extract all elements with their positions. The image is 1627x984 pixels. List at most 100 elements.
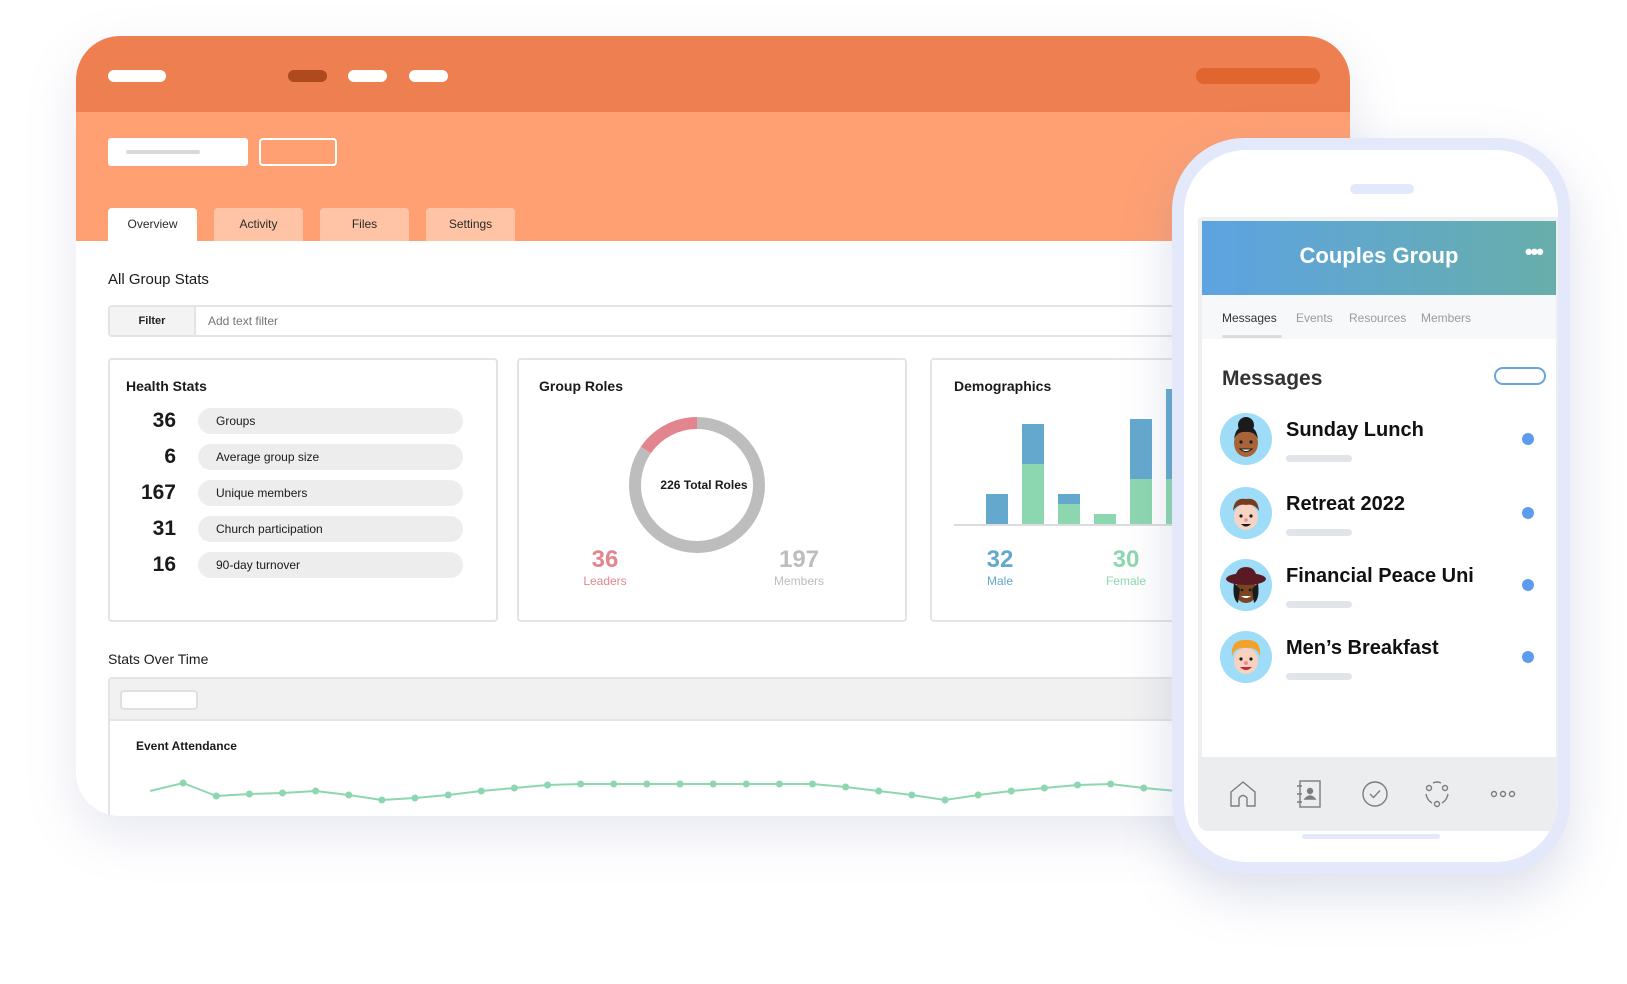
message-preview-placeholder — [1286, 673, 1352, 680]
members-label: Members — [773, 574, 824, 588]
attendance-point — [1040, 784, 1048, 792]
nav-item[interactable] — [348, 70, 387, 82]
redhead-man-avatar-icon — [1220, 631, 1272, 683]
donut-slice-leaders — [640, 417, 698, 454]
total-roles-label: 226 Total Roles — [660, 478, 748, 492]
attendance-point — [676, 780, 684, 788]
tab-files[interactable]: Files — [320, 208, 409, 241]
home-icon[interactable] — [1226, 777, 1260, 811]
attendance-point — [577, 780, 585, 788]
stat-value: 16 — [152, 553, 176, 576]
bottom-navigation — [1198, 757, 1558, 831]
tab-members[interactable]: Members — [1421, 311, 1471, 325]
attendance-point — [875, 787, 883, 795]
search-input[interactable] — [108, 138, 248, 166]
tab-resources[interactable]: Resources — [1349, 311, 1406, 325]
header-action-button[interactable] — [259, 138, 337, 166]
group-title: Couples Group — [1299, 243, 1459, 268]
attendance-point — [643, 780, 651, 788]
group-header: Couples Group ••• — [1202, 221, 1556, 295]
health-stats-title: Health Stats — [126, 378, 207, 394]
attendance-point — [1107, 780, 1115, 788]
attendance-point — [1007, 787, 1015, 795]
attendance-point — [312, 787, 320, 795]
stat-value: 167 — [140, 481, 176, 504]
phone-body: Couples Group ••• Messages Events Resour… — [1184, 150, 1558, 862]
all-group-stats-title: All Group Stats — [108, 271, 209, 288]
attendance-point — [411, 794, 419, 802]
tab-messages[interactable]: Messages — [1222, 311, 1277, 325]
stat-row: 16 90-day turnover — [126, 552, 466, 578]
message-item[interactable]: Sunday Lunch — [1220, 413, 1540, 469]
message-item[interactable]: Financial Peace Uni — [1220, 559, 1540, 615]
woman-hat-avatar-icon — [1220, 559, 1272, 611]
attendance-point — [179, 779, 187, 787]
attendance-point — [245, 790, 253, 798]
leaders-label: Leaders — [583, 574, 627, 588]
stat-label: 90-day turnover — [198, 552, 463, 578]
text-filter-input[interactable] — [208, 307, 1108, 335]
female-count: 30 — [1112, 546, 1140, 573]
unread-indicator — [1522, 651, 1534, 663]
stat-row: 6 Average group size — [126, 444, 466, 470]
unread-indicator — [1522, 579, 1534, 591]
tab-overview[interactable]: Overview — [108, 208, 197, 241]
attendance-point — [941, 796, 949, 804]
message-item[interactable]: Men’s Breakfast — [1220, 631, 1540, 687]
attendance-point — [709, 780, 717, 788]
unread-indicator — [1522, 433, 1534, 445]
event-attendance-line-chart — [149, 779, 1210, 804]
nav-item-active[interactable] — [288, 70, 327, 82]
check-circle-icon[interactable] — [1358, 777, 1392, 811]
woman-avatar-icon — [1220, 413, 1272, 465]
tab-settings[interactable]: Settings — [426, 208, 515, 241]
tab-activity[interactable]: Activity — [214, 208, 303, 241]
home-indicator — [1302, 834, 1440, 839]
logo-placeholder[interactable] — [108, 70, 166, 82]
attendance-point — [842, 783, 850, 791]
message-preview-placeholder — [1286, 601, 1352, 608]
phone-speaker — [1350, 184, 1414, 194]
attendance-point — [775, 780, 783, 788]
members-count: 197 — [778, 546, 820, 573]
stats-over-time-toolbar — [108, 677, 1208, 721]
group-tabs: Messages Events Resources Members — [1202, 295, 1556, 339]
bar-female — [1022, 464, 1044, 524]
groups-icon[interactable] — [1420, 777, 1454, 811]
nav-item[interactable] — [409, 70, 448, 82]
tab-events[interactable]: Events — [1296, 311, 1333, 325]
new-message-button[interactable] — [1494, 367, 1546, 385]
stat-row: 31 Church participation — [126, 516, 466, 542]
message-preview-placeholder — [1286, 529, 1352, 536]
attendance-point — [742, 780, 750, 788]
event-attendance-panel: Event Attendance — [108, 719, 1210, 816]
stat-value: 6 — [164, 445, 176, 468]
stat-label: Church participation — [198, 516, 463, 542]
attendance-point — [510, 784, 518, 792]
male-count: 32 — [986, 546, 1014, 573]
leaders-count: 36 — [591, 546, 619, 573]
search-placeholder-line — [126, 150, 200, 154]
bar-female — [1058, 504, 1080, 524]
message-item[interactable]: Retreat 2022 — [1220, 487, 1540, 543]
bar-male — [1022, 424, 1044, 464]
attendance-point — [809, 780, 816, 788]
stat-value: 31 — [152, 517, 176, 540]
stat-label: Groups — [198, 408, 463, 434]
phone-mockup: Couples Group ••• Messages Events Resour… — [1172, 138, 1570, 874]
attendance-point — [610, 780, 618, 788]
attendance-point — [974, 791, 982, 799]
more-options-icon[interactable]: ••• — [1525, 239, 1544, 265]
more-icon[interactable] — [1486, 777, 1520, 811]
overview-content: All Group Stats Filter Health Stats 36 G… — [76, 241, 1350, 816]
bar-female — [1130, 479, 1152, 524]
stat-value: 36 — [152, 409, 176, 432]
filter-button[interactable]: Filter — [110, 307, 196, 335]
date-range-select[interactable] — [120, 690, 198, 710]
attendance-point — [544, 781, 551, 789]
filter-bar: Filter — [108, 305, 1208, 337]
account-pill[interactable] — [1196, 68, 1320, 84]
bar-male — [986, 494, 1008, 524]
contacts-book-icon[interactable] — [1292, 777, 1326, 811]
message-title: Financial Peace Uni — [1286, 565, 1474, 587]
